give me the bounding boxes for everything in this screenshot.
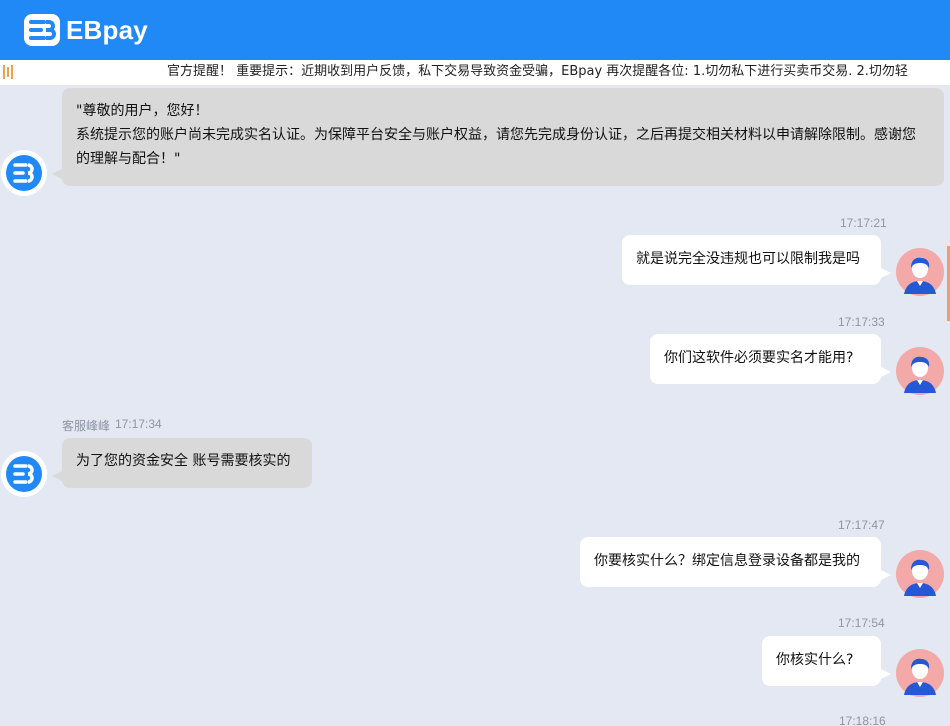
- message-bubble: "尊敬的用户，您好！ 系统提示您的账户尚未完成实名认证。为保障平台安全与账户权益…: [52, 88, 944, 186]
- brand-name: EBpay: [66, 14, 148, 45]
- agent-avatar-icon: [1, 451, 47, 497]
- user-avatar-icon: [896, 248, 944, 296]
- agent-avatar-icon: [1, 150, 47, 196]
- message-time: 17:17:33: [838, 315, 885, 329]
- message-text: 为了您的资金安全 账号需要核实的: [76, 453, 291, 469]
- notice-marquee: 官方提醒！ 重要提示：近期收到用户反馈，私下交易导致资金受骗，EBpay 再次提…: [0, 60, 950, 86]
- message-bubble: 你要核实什么？绑定信息登录设备都是我的: [580, 537, 891, 587]
- message-text: 你核实什么?: [776, 652, 854, 668]
- chat-area[interactable]: "尊敬的用户，您好！ 系统提示您的账户尚未完成实名认证。为保障平台安全与账户权益…: [0, 86, 950, 726]
- message-time: 17:17:34: [115, 417, 162, 431]
- message-time: 17:17:47: [838, 518, 885, 532]
- message-text: 你要核实什么？绑定信息登录设备都是我的: [594, 553, 860, 569]
- message-bubble: 你核实什么?: [762, 636, 891, 686]
- user-avatar-icon: [896, 550, 944, 598]
- ebpay-logo-icon: [24, 14, 60, 46]
- message-text: 你们这软件必须要实名才能用?: [664, 350, 854, 366]
- user-avatar-icon: [896, 347, 944, 395]
- message-time: 17:17:21: [840, 216, 887, 230]
- ebpay-logo[interactable]: EBpay: [24, 14, 148, 46]
- message-bubble: 为了您的资金安全 账号需要核实的: [52, 438, 312, 488]
- header-bar: EBpay: [0, 0, 950, 60]
- message-time: 17:18:16: [839, 714, 886, 726]
- message-line: 的理解与配合！": [76, 151, 181, 167]
- message-bubble: 就是说完全没违规也可以限制我是吗: [622, 235, 891, 285]
- notice-icon: [3, 65, 13, 79]
- notice-text: 官方提醒！ 重要提示：近期收到用户反馈，私下交易导致资金受骗，EBpay 再次提…: [167, 64, 908, 79]
- sender-name: 客服峰峰: [62, 419, 111, 433]
- message-text: 就是说完全没违规也可以限制我是吗: [636, 251, 860, 267]
- message-time: 17:17:54: [838, 616, 885, 630]
- message-line: "尊敬的用户，您好！: [76, 103, 209, 119]
- message-bubble: 你们这软件必须要实名才能用?: [650, 334, 891, 384]
- user-avatar-icon: [896, 649, 944, 697]
- message-line: 系统提示您的账户尚未完成实名认证。为保障平台安全与账户权益，请您先完成身份认证，…: [76, 127, 916, 143]
